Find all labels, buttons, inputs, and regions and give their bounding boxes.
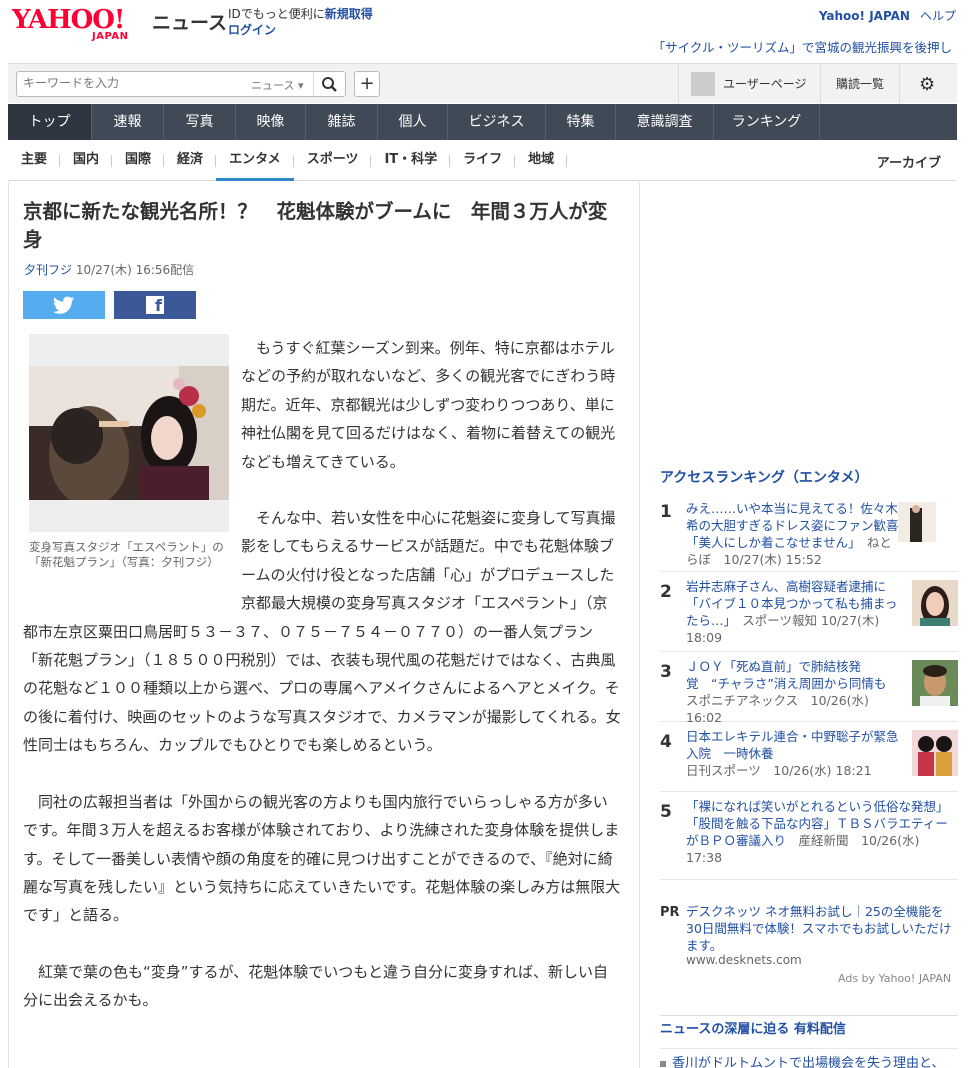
logo-sub: JAPAN xyxy=(92,31,129,42)
rank-source: 産経新聞 xyxy=(798,833,849,848)
yahoo-japan-link[interactable]: Yahoo! JAPAN xyxy=(819,9,910,23)
avatar[interactable] xyxy=(691,72,715,96)
subnav-economy[interactable]: 経済 xyxy=(164,141,217,181)
article-body: もうすぐ紅葉シーズン到来。例年、特に京都はホテルなどの予約が取れないなど、多くの… xyxy=(23,334,621,1043)
subnav-domestic[interactable]: 国内 xyxy=(60,141,113,181)
subnav-it-science[interactable]: IT・科学 xyxy=(371,141,450,181)
subnav-sports[interactable]: スポーツ xyxy=(294,141,372,181)
help-link[interactable]: ヘルプ xyxy=(920,9,956,23)
nav-individual[interactable]: 個人 xyxy=(378,104,448,140)
bullet-icon xyxy=(660,1060,666,1067)
subnav-international[interactable]: 国際 xyxy=(112,141,165,181)
rank-number: 3 xyxy=(660,662,672,682)
nav-ranking[interactable]: ランキング xyxy=(714,104,820,140)
yahoo-japan-logo[interactable]: YAHOO! JAPAN xyxy=(12,6,150,44)
rank-title: 日本エレキテル連合・中野聡子が緊急入院 一時休養 xyxy=(686,729,899,761)
gear-icon[interactable]: ⚙ xyxy=(919,74,935,95)
rank-number: 4 xyxy=(660,732,672,752)
archive-link[interactable]: アーカイブ xyxy=(877,152,941,171)
ranking-item[interactable]: 2 岩井志麻子さん、高樹容疑者逮捕に「バイブ１０本見つかって私も捕まったら…」 … xyxy=(660,572,958,652)
rank-time: 10/27(木) 15:52 xyxy=(723,552,822,567)
search-box: ニュース ▾ xyxy=(16,71,346,97)
facebook-share-button[interactable]: f xyxy=(114,291,196,319)
rank-thumbnail xyxy=(912,730,958,776)
nav-breaking[interactable]: 速報 xyxy=(92,104,164,140)
main-nav: トップ 速報 写真 映像 雑誌 個人 ビジネス 特集 意識調査 ランキング xyxy=(8,104,957,140)
pr-tag: PR xyxy=(660,905,680,920)
deep-list-item[interactable]: 香川がドルトムントで出場機会を失う理由と、 xyxy=(660,1048,958,1068)
rank-number: 1 xyxy=(660,502,672,522)
search-input[interactable] xyxy=(23,76,233,90)
search-icon xyxy=(322,77,337,92)
nav-top[interactable]: トップ xyxy=(8,104,92,140)
ranking-item[interactable]: 1 みえ……いや本当に見えてる！佐々木希の大胆すぎるドレス姿にファン歓喜「美人に… xyxy=(660,492,958,572)
article: 京都に新たな観光名所！？ 花魁体験がブームに 年間３万人が変身 夕刊フジ 10/… xyxy=(8,182,640,1068)
user-area: ユーザーページ 購読一覧 ⚙ xyxy=(678,64,958,104)
nav-feature[interactable]: 特集 xyxy=(546,104,616,140)
nav-survey[interactable]: 意識調査 xyxy=(616,104,714,140)
nav-business[interactable]: ビジネス xyxy=(448,104,546,140)
signup-link[interactable]: 新規取得 xyxy=(325,7,373,21)
sub-nav: 主要 国内 国際 経済 エンタメ スポーツ IT・科学 ライフ 地域 アーカイブ xyxy=(8,141,957,181)
logo-text: YAHOO! xyxy=(12,5,125,35)
id-promo: IDでもっと便利に新規取得 ログイン xyxy=(228,6,373,38)
article-date: 10/27(木) 16:56配信 xyxy=(75,263,195,277)
rank-title: ＪＯＹ「死ぬ直前」で肺結核発覚 “チャラさ”消え周囲から同情も xyxy=(686,659,887,691)
top-right-links: Yahoo! JAPAN ヘルプ xyxy=(819,7,956,24)
ads-by-label[interactable]: Ads by Yahoo! JAPAN xyxy=(838,972,951,985)
ranking-item[interactable]: 4 日本エレキテル連合・中野聡子が緊急入院 一時休養日刊スポーツ 10/26(水… xyxy=(660,722,958,792)
pr-text[interactable]: デスクネッツ ネオ無料お試し｜25の全機能を30日間無料で体験！スマホでもお試し… xyxy=(686,903,954,954)
add-button[interactable]: + xyxy=(354,71,380,97)
news-ticker[interactable]: 「サイクル・ツーリズム」で宮城の観光振興を後押し xyxy=(653,37,952,56)
search-bar: ニュース ▾ + ユーザーページ 購読一覧 ⚙ xyxy=(8,63,958,104)
article-paragraph: 同社の広報担当者は「外国からの観光客の方よりも国内旅行でいらっしゃる方が多いです… xyxy=(23,792,621,925)
article-source[interactable]: 夕刊フジ xyxy=(24,263,72,277)
pr-url[interactable]: www.desknets.com xyxy=(686,953,802,967)
facebook-icon: f xyxy=(146,296,164,315)
ranking-item[interactable]: 3 ＪＯＹ「死ぬ直前」で肺結核発覚 “チャラさ”消え周囲から同情も スポニチアネ… xyxy=(660,652,958,725)
subnav-region[interactable]: 地域 xyxy=(515,141,568,181)
rank-source: スポニチアネックス xyxy=(686,693,799,708)
rank-thumbnail xyxy=(898,502,936,542)
article-paragraph: 紅葉で葉の色も“変身”するが、花魁体験でいつもと違う自分に変身すれば、新しい自分… xyxy=(23,962,608,1010)
subnav-main[interactable]: 主要 xyxy=(8,141,61,181)
nav-video[interactable]: 映像 xyxy=(236,104,306,140)
rank-source: 日刊スポーツ xyxy=(686,763,761,778)
article-headline: 京都に新たな観光名所！？ 花魁体験がブームに 年間３万人が変身 xyxy=(23,200,608,251)
deep-item-text: 香川がドルトムントで出場機会を失う理由と、 xyxy=(672,1056,945,1068)
plus-icon: + xyxy=(359,73,375,94)
rank-time: 10/26(水) 18:21 xyxy=(773,763,872,778)
rank-thumbnail xyxy=(912,660,958,706)
subscriptions-link[interactable]: 購読一覧 xyxy=(820,64,900,104)
ranking-list: 1 みえ……いや本当に見えてる！佐々木希の大胆すぎるドレス姿にファン歓喜「美人に… xyxy=(660,492,958,880)
byline: 夕刊フジ 10/27(木) 16:56配信 xyxy=(24,261,194,278)
search-button[interactable] xyxy=(313,72,345,96)
rank-source: スポーツ報知 xyxy=(742,613,818,628)
id-promo-text: IDでもっと便利に xyxy=(228,7,325,21)
deep-section-title[interactable]: ニュースの深層に迫る 有料配信 xyxy=(660,1015,958,1037)
twitter-share-button[interactable] xyxy=(23,291,105,319)
ranking-title[interactable]: アクセスランキング（エンタメ） xyxy=(660,467,868,487)
rank-number: 2 xyxy=(660,582,672,602)
section-title[interactable]: ニュース xyxy=(152,8,227,35)
nav-magazine[interactable]: 雑誌 xyxy=(306,104,378,140)
twitter-icon xyxy=(53,296,74,314)
search-category-select[interactable]: ニュース ▾ xyxy=(251,77,303,93)
subnav-life[interactable]: ライフ xyxy=(450,141,516,181)
rank-thumbnail xyxy=(912,580,958,626)
ranking-item[interactable]: 5 「裸になれば笑いがとれるという低俗な発想」「股間を触る下品な内容」ＴＢＳバラ… xyxy=(660,792,958,880)
nav-photo[interactable]: 写真 xyxy=(164,104,236,140)
subnav-entertainment[interactable]: エンタメ xyxy=(216,141,294,181)
login-link[interactable]: ログイン xyxy=(228,23,276,37)
user-page-link[interactable]: ユーザーページ xyxy=(723,75,807,92)
rank-number: 5 xyxy=(660,802,672,822)
